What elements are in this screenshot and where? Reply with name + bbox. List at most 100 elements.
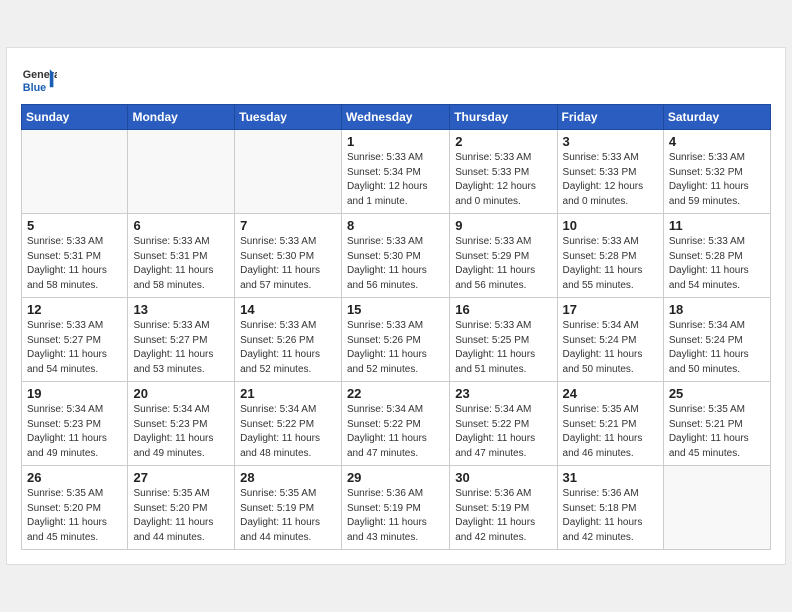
weekday-header-row: SundayMondayTuesdayWednesdayThursdayFrid… xyxy=(22,105,771,130)
day-cell: 3 Sunrise: 5:33 AM Sunset: 5:33 PM Daylig… xyxy=(557,130,663,214)
day-number: 18 xyxy=(669,302,765,317)
day-number: 7 xyxy=(240,218,336,233)
week-row-0: 1 Sunrise: 5:33 AM Sunset: 5:34 PM Daylig… xyxy=(22,130,771,214)
day-number: 29 xyxy=(347,470,444,485)
day-cell: 17 Sunrise: 5:34 AM Sunset: 5:24 PM Dayli… xyxy=(557,298,663,382)
day-number: 26 xyxy=(27,470,122,485)
day-info: Sunrise: 5:33 AM Sunset: 5:32 PM Dayligh… xyxy=(669,151,765,209)
day-number: 30 xyxy=(455,470,551,485)
day-number: 17 xyxy=(563,302,658,317)
day-number: 19 xyxy=(27,386,122,401)
day-number: 16 xyxy=(455,302,551,317)
calendar-grid: SundayMondayTuesdayWednesdayThursdayFrid… xyxy=(21,104,771,550)
day-cell: 30 Sunrise: 5:36 AM Sunset: 5:19 PM Dayli… xyxy=(450,466,557,550)
day-info: Sunrise: 5:34 AM Sunset: 5:24 PM Dayligh… xyxy=(669,319,765,377)
day-number: 10 xyxy=(563,218,658,233)
day-number: 12 xyxy=(27,302,122,317)
weekday-header-monday: Monday xyxy=(128,105,235,130)
day-cell: 11 Sunrise: 5:33 AM Sunset: 5:28 PM Dayli… xyxy=(663,214,770,298)
day-number: 8 xyxy=(347,218,444,233)
day-number: 25 xyxy=(669,386,765,401)
day-info: Sunrise: 5:34 AM Sunset: 5:22 PM Dayligh… xyxy=(347,403,444,461)
day-number: 13 xyxy=(133,302,229,317)
day-info: Sunrise: 5:33 AM Sunset: 5:30 PM Dayligh… xyxy=(240,235,336,293)
week-row-3: 19 Sunrise: 5:34 AM Sunset: 5:23 PM Dayli… xyxy=(22,382,771,466)
day-cell xyxy=(235,130,342,214)
day-cell: 14 Sunrise: 5:33 AM Sunset: 5:26 PM Dayli… xyxy=(235,298,342,382)
day-number: 23 xyxy=(455,386,551,401)
logo: General Blue xyxy=(21,62,61,98)
day-number: 14 xyxy=(240,302,336,317)
weekday-header-tuesday: Tuesday xyxy=(235,105,342,130)
day-info: Sunrise: 5:34 AM Sunset: 5:23 PM Dayligh… xyxy=(27,403,122,461)
day-cell: 18 Sunrise: 5:34 AM Sunset: 5:24 PM Dayli… xyxy=(663,298,770,382)
day-info: Sunrise: 5:33 AM Sunset: 5:31 PM Dayligh… xyxy=(133,235,229,293)
day-number: 28 xyxy=(240,470,336,485)
day-info: Sunrise: 5:33 AM Sunset: 5:26 PM Dayligh… xyxy=(347,319,444,377)
day-number: 3 xyxy=(563,134,658,149)
day-info: Sunrise: 5:35 AM Sunset: 5:20 PM Dayligh… xyxy=(27,487,122,545)
day-info: Sunrise: 5:33 AM Sunset: 5:33 PM Dayligh… xyxy=(455,151,551,209)
day-cell: 27 Sunrise: 5:35 AM Sunset: 5:20 PM Dayli… xyxy=(128,466,235,550)
day-cell: 31Sunrise: 5:36 AM Sunset: 5:18 PM Dayli… xyxy=(557,466,663,550)
day-number: 20 xyxy=(133,386,229,401)
day-cell: 23 Sunrise: 5:34 AM Sunset: 5:22 PM Dayli… xyxy=(450,382,557,466)
day-number: 24 xyxy=(563,386,658,401)
day-info: Sunrise: 5:33 AM Sunset: 5:26 PM Dayligh… xyxy=(240,319,336,377)
day-info: Sunrise: 5:34 AM Sunset: 5:24 PM Dayligh… xyxy=(563,319,658,377)
calendar-header: General Blue xyxy=(21,58,771,98)
day-number: 27 xyxy=(133,470,229,485)
day-number: 2 xyxy=(455,134,551,149)
day-cell: 20 Sunrise: 5:34 AM Sunset: 5:23 PM Dayli… xyxy=(128,382,235,466)
week-row-1: 5 Sunrise: 5:33 AM Sunset: 5:31 PM Daylig… xyxy=(22,214,771,298)
day-info: Sunrise: 5:33 AM Sunset: 5:34 PM Dayligh… xyxy=(347,151,444,209)
day-info: Sunrise: 5:33 AM Sunset: 5:27 PM Dayligh… xyxy=(133,319,229,377)
day-info: Sunrise: 5:36 AM Sunset: 5:19 PM Dayligh… xyxy=(455,487,551,545)
day-cell: 15 Sunrise: 5:33 AM Sunset: 5:26 PM Dayli… xyxy=(341,298,449,382)
day-info: Sunrise: 5:33 AM Sunset: 5:30 PM Dayligh… xyxy=(347,235,444,293)
day-number: 6 xyxy=(133,218,229,233)
day-cell: 8 Sunrise: 5:33 AM Sunset: 5:30 PM Daylig… xyxy=(341,214,449,298)
day-cell: 24 Sunrise: 5:35 AM Sunset: 5:21 PM Dayli… xyxy=(557,382,663,466)
day-number: 22 xyxy=(347,386,444,401)
weekday-header-friday: Friday xyxy=(557,105,663,130)
day-info: Sunrise: 5:34 AM Sunset: 5:23 PM Dayligh… xyxy=(133,403,229,461)
day-cell: 26 Sunrise: 5:35 AM Sunset: 5:20 PM Dayli… xyxy=(22,466,128,550)
day-info: Sunrise: 5:33 AM Sunset: 5:29 PM Dayligh… xyxy=(455,235,551,293)
day-cell: 21Sunrise: 5:34 AM Sunset: 5:22 PM Dayli… xyxy=(235,382,342,466)
day-cell: 2 Sunrise: 5:33 AM Sunset: 5:33 PM Daylig… xyxy=(450,130,557,214)
day-cell: 9Sunrise: 5:33 AM Sunset: 5:29 PM Daylig… xyxy=(450,214,557,298)
day-number: 1 xyxy=(347,134,444,149)
day-info: Sunrise: 5:35 AM Sunset: 5:20 PM Dayligh… xyxy=(133,487,229,545)
day-cell: 7 Sunrise: 5:33 AM Sunset: 5:30 PM Daylig… xyxy=(235,214,342,298)
day-cell: 28 Sunrise: 5:35 AM Sunset: 5:19 PM Dayli… xyxy=(235,466,342,550)
day-cell: 12Sunrise: 5:33 AM Sunset: 5:27 PM Dayli… xyxy=(22,298,128,382)
day-info: Sunrise: 5:33 AM Sunset: 5:33 PM Dayligh… xyxy=(563,151,658,209)
day-number: 5 xyxy=(27,218,122,233)
day-cell: 22 Sunrise: 5:34 AM Sunset: 5:22 PM Dayli… xyxy=(341,382,449,466)
weekday-header-wednesday: Wednesday xyxy=(341,105,449,130)
day-number: 15 xyxy=(347,302,444,317)
week-row-2: 12 Sunrise: 5:33 AM Sunset: 5:27 PM Dayli… xyxy=(22,298,771,382)
day-cell: 6 Sunrise: 5:33 AM Sunset: 5:31 PM Daylig… xyxy=(128,214,235,298)
logo-icon: General Blue xyxy=(21,62,57,98)
day-info: Sunrise: 5:35 AM Sunset: 5:19 PM Dayligh… xyxy=(240,487,336,545)
day-cell: 1 Sunrise: 5:33 AM Sunset: 5:34 PM Daylig… xyxy=(341,130,449,214)
day-cell: 29Sunrise: 5:36 AM Sunset: 5:19 PM Dayli… xyxy=(341,466,449,550)
day-info: Sunrise: 5:34 AM Sunset: 5:22 PM Dayligh… xyxy=(455,403,551,461)
day-cell xyxy=(128,130,235,214)
day-number: 11 xyxy=(669,218,765,233)
day-info: Sunrise: 5:35 AM Sunset: 5:21 PM Dayligh… xyxy=(563,403,658,461)
day-info: Sunrise: 5:34 AM Sunset: 5:22 PM Dayligh… xyxy=(240,403,336,461)
weekday-header-saturday: Saturday xyxy=(663,105,770,130)
day-info: Sunrise: 5:35 AM Sunset: 5:21 PM Dayligh… xyxy=(669,403,765,461)
day-cell xyxy=(663,466,770,550)
day-number: 4 xyxy=(669,134,765,149)
day-info: Sunrise: 5:33 AM Sunset: 5:28 PM Dayligh… xyxy=(669,235,765,293)
day-cell: 13 Sunrise: 5:33 AM Sunset: 5:27 PM Dayli… xyxy=(128,298,235,382)
day-cell: 16 Sunrise: 5:33 AM Sunset: 5:25 PM Dayli… xyxy=(450,298,557,382)
day-number: 31 xyxy=(563,470,658,485)
day-info: Sunrise: 5:33 AM Sunset: 5:25 PM Dayligh… xyxy=(455,319,551,377)
svg-text:Blue: Blue xyxy=(23,82,46,94)
weekday-header-thursday: Thursday xyxy=(450,105,557,130)
